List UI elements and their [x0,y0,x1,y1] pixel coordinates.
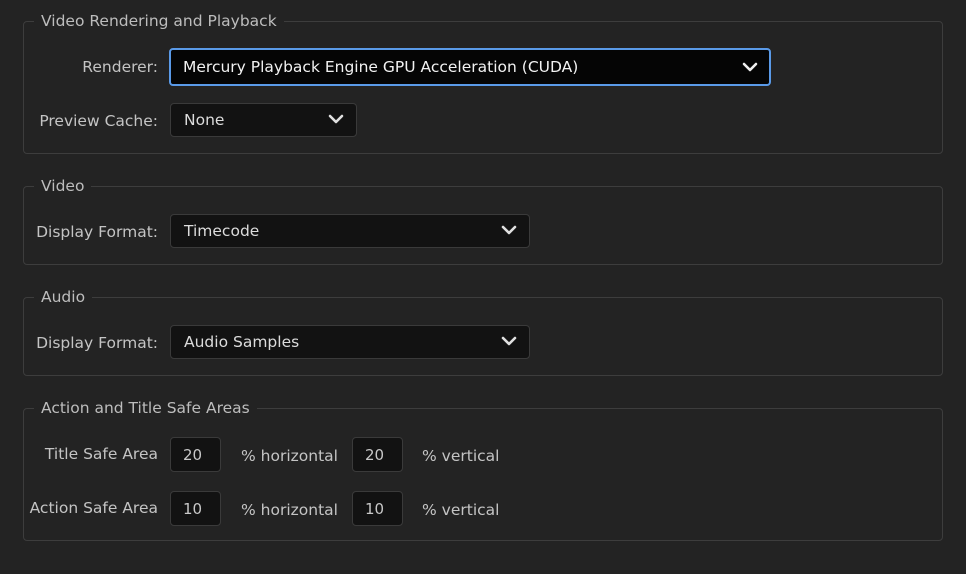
renderer-label: Renderer: [82,58,158,76]
title-safe-horizontal-input[interactable] [170,437,221,472]
title-safe-vertical-input[interactable] [352,437,403,472]
preview-cache-label: Preview Cache: [39,112,158,130]
action-safe-horizontal-input[interactable] [170,491,221,526]
action-vertical-unit: % vertical [422,501,500,519]
preview-cache-dropdown[interactable]: None [170,103,357,137]
rendering-section-title: Video Rendering and Playback [41,12,277,30]
audio-section-title: Audio [41,288,86,306]
chevron-down-icon [328,114,344,124]
video-display-format-value: Timecode [184,222,260,240]
chevron-down-icon [501,336,517,346]
renderer-dropdown[interactable]: Mercury Playback Engine GPU Acceleration… [169,48,771,86]
safe-areas-section-title: Action and Title Safe Areas [41,399,250,417]
video-section-title: Video [41,177,85,195]
title-horizontal-unit: % horizontal [241,447,338,465]
video-display-format-dropdown[interactable]: Timecode [170,214,530,248]
action-safe-area-label: Action Safe Area [29,499,158,517]
audio-display-format-value: Audio Samples [184,333,300,351]
chevron-down-icon [501,225,517,235]
action-horizontal-unit: % horizontal [241,501,338,519]
audio-display-format-dropdown[interactable]: Audio Samples [170,325,530,359]
title-vertical-unit: % vertical [422,447,500,465]
audio-display-format-label: Display Format: [36,334,158,352]
chevron-down-icon [742,62,758,72]
action-safe-vertical-input[interactable] [352,491,403,526]
title-safe-area-label: Title Safe Area [44,445,158,463]
safe-areas-section: Action and Title Safe Areas [23,399,943,541]
video-display-format-label: Display Format: [36,223,158,241]
renderer-value: Mercury Playback Engine GPU Acceleration… [183,58,579,76]
preview-cache-value: None [184,111,225,129]
video-playback-preferences-panel: Video Rendering and Playback Renderer: M… [0,0,966,574]
